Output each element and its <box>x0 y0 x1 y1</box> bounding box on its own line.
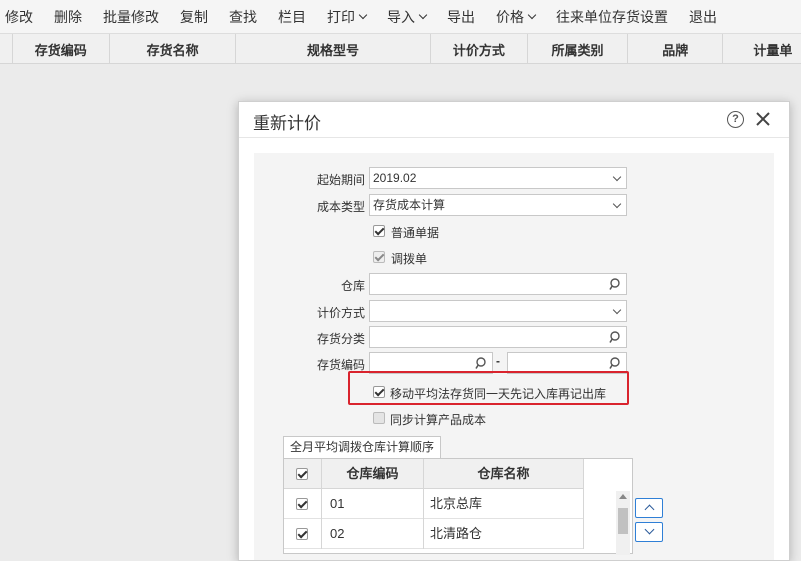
chevron-down-icon <box>612 199 622 209</box>
range-dash: - <box>496 354 500 368</box>
column-header-spec[interactable]: 规格型号 <box>235 34 429 64</box>
modify-label: 修改 <box>5 8 33 25</box>
delete-button[interactable]: 删除 <box>54 7 82 27</box>
column-header-pricing-method[interactable]: 计价方式 <box>429 34 527 64</box>
delete-label: 删除 <box>54 8 82 25</box>
chevron-up-icon <box>644 504 655 515</box>
chevron-down-icon <box>612 172 622 182</box>
batch-modify-label: 批量修改 <box>103 8 159 25</box>
scroll-up-icon[interactable] <box>619 494 627 499</box>
transfer-docs-label: 调拨单 <box>391 252 428 266</box>
cost-type-select[interactable]: 存货成本计算 <box>369 194 627 216</box>
search-icon[interactable] <box>609 278 622 291</box>
header-warehouse-name: 仓库名称 <box>424 459 584 489</box>
columns-label: 栏目 <box>278 8 306 25</box>
toolbar: 修改 删除 批量修改 复制 查找 栏目 打印 导入 导出 价格 往来单位存货设置… <box>0 0 801 34</box>
dialog-title: 重新计价 <box>253 114 321 133</box>
table-row[interactable]: 02 北清路仓 <box>284 519 584 549</box>
header-warehouse-code: 仓库编码 <box>322 459 424 489</box>
find-label: 查找 <box>229 8 257 25</box>
warehouse-order-table: 仓库编码 仓库名称 01 北京总库 02 北清路仓 <box>283 458 633 555</box>
export-label: 导出 <box>447 8 475 25</box>
warehouse-name-cell: 北京总库 <box>424 489 584 519</box>
chevron-down-icon <box>358 10 368 19</box>
start-period-label: 起始期间 <box>316 173 365 187</box>
copy-button[interactable]: 复制 <box>180 7 208 27</box>
warehouse-name-cell: 北清路仓 <box>424 519 584 549</box>
transfer-docs-checkbox <box>373 251 385 263</box>
grid-header: 存货编码 存货名称 规格型号 计价方式 所属类别 品牌 计量单 <box>0 34 801 64</box>
print-label: 打印 <box>327 8 355 25</box>
normal-docs-checkbox[interactable] <box>373 225 385 237</box>
sync-product-cost-checkbox[interactable] <box>373 412 385 424</box>
select-all-cell <box>284 459 322 489</box>
chevron-down-icon <box>418 10 428 19</box>
row-selector-header <box>0 34 12 64</box>
batch-modify-button[interactable]: 批量修改 <box>103 7 159 27</box>
copy-label: 复制 <box>180 8 208 25</box>
inventory-category-label: 存货分类 <box>316 332 365 346</box>
exit-button[interactable]: 退出 <box>689 7 717 27</box>
pricing-method-select[interactable] <box>369 300 627 322</box>
search-icon[interactable] <box>609 331 622 344</box>
warehouse-input[interactable] <box>369 273 627 295</box>
help-icon[interactable]: ? <box>727 111 744 128</box>
row-check-cell <box>284 489 322 519</box>
select-all-checkbox[interactable] <box>296 468 308 480</box>
partner-inventory-settings-label: 往来单位存货设置 <box>556 8 668 25</box>
price-label: 价格 <box>496 8 524 25</box>
normal-docs-label: 普通单据 <box>391 226 440 240</box>
dialog-header: 重新计价 ? <box>239 102 789 138</box>
close-icon[interactable] <box>754 110 772 128</box>
price-button[interactable]: 价格 <box>496 7 537 27</box>
modify-button[interactable]: 修改 <box>5 7 33 27</box>
import-button[interactable]: 导入 <box>387 7 428 27</box>
column-header-code[interactable]: 存货编码 <box>11 34 109 64</box>
warehouse-code-cell: 02 <box>322 519 424 549</box>
vertical-scrollbar[interactable] <box>616 491 630 555</box>
search-icon[interactable] <box>609 357 622 370</box>
chevron-down-icon <box>644 524 655 535</box>
table-row[interactable]: 01 北京总库 <box>284 489 584 519</box>
column-header-category[interactable]: 所属类别 <box>526 34 627 64</box>
column-header-brand[interactable]: 品牌 <box>627 34 722 64</box>
start-period-value: 2019.02 <box>373 171 417 185</box>
partner-inventory-settings-button[interactable]: 往来单位存货设置 <box>556 7 668 27</box>
cost-type-value: 存货成本计算 <box>373 198 446 212</box>
tab-monthly-average-order[interactable]: 全月平均调拨仓库计算顺序 <box>283 436 442 458</box>
warehouse-code-cell: 01 <box>322 489 424 519</box>
find-button[interactable]: 查找 <box>229 7 257 27</box>
move-down-button[interactable] <box>635 522 663 542</box>
print-button[interactable]: 打印 <box>327 7 368 27</box>
start-period-select[interactable]: 2019.02 <box>369 167 627 189</box>
chevron-down-icon <box>612 305 622 315</box>
exit-label: 退出 <box>689 8 717 25</box>
cost-type-label: 成本类型 <box>316 200 365 214</box>
import-label: 导入 <box>387 8 415 25</box>
columns-button[interactable]: 栏目 <box>278 7 306 27</box>
inventory-category-input[interactable] <box>369 326 627 348</box>
row-check-cell <box>284 519 322 549</box>
scroll-thumb[interactable] <box>618 508 628 534</box>
sync-product-cost-label: 同步计算产品成本 <box>390 413 487 427</box>
row-checkbox[interactable] <box>296 528 308 540</box>
chevron-down-icon <box>527 10 537 19</box>
pricing-method-label: 计价方式 <box>316 306 365 320</box>
highlight-annotation <box>348 371 629 405</box>
row-checkbox[interactable] <box>296 498 308 510</box>
search-icon[interactable] <box>475 357 488 370</box>
column-header-unit[interactable]: 计量单 <box>722 34 801 64</box>
column-header-name[interactable]: 存货名称 <box>108 34 235 64</box>
table-header: 仓库编码 仓库名称 <box>284 459 584 489</box>
move-up-button[interactable] <box>635 498 663 518</box>
export-button[interactable]: 导出 <box>447 7 475 27</box>
warehouse-label: 仓库 <box>340 279 365 293</box>
